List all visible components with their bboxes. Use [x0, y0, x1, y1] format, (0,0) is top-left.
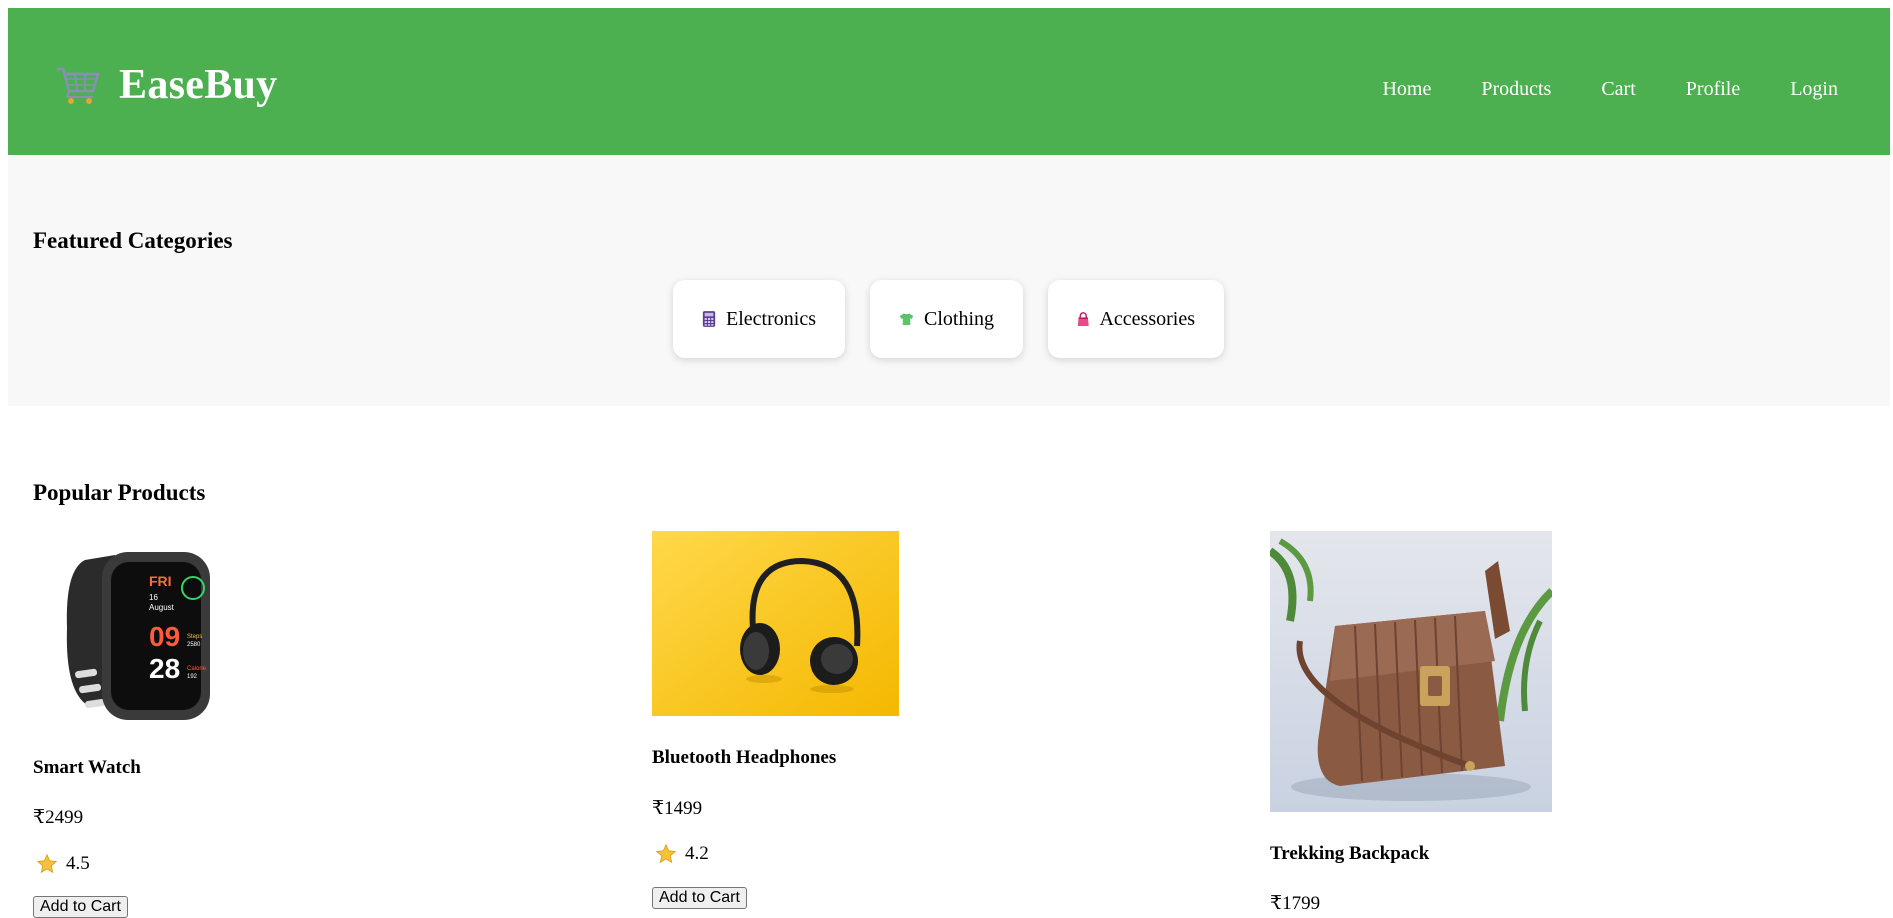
- svg-text:FRI: FRI: [149, 573, 172, 589]
- svg-text:192: 192: [187, 674, 198, 680]
- rating-value: 4.2: [685, 843, 709, 864]
- smart-watch-image[interactable]: FRI 16 August 09 28 Steps 2580 Calorie 1…: [45, 530, 215, 726]
- brand-name: EaseBuy: [119, 62, 278, 108]
- nav-products[interactable]: Products: [1481, 78, 1551, 101]
- svg-text:August: August: [149, 603, 175, 612]
- category-list: Electronics Clothing Accessories: [673, 280, 1224, 358]
- product-name: Smart Watch: [33, 757, 141, 778]
- site-header: EaseBuy Home Products Cart Profile Login: [8, 8, 1890, 155]
- category-label: Clothing: [923, 307, 994, 330]
- category-label: Electronics: [726, 307, 816, 330]
- add-to-cart-button[interactable]: Add to Cart: [33, 896, 128, 918]
- product-price: ₹1499: [652, 798, 703, 819]
- popular-title: Popular Products: [33, 480, 206, 505]
- nav-cart[interactable]: Cart: [1601, 78, 1635, 101]
- product-name: Trekking Backpack: [1270, 843, 1430, 864]
- svg-text:28: 28: [149, 653, 180, 684]
- featured-categories-section: Featured Categories Electronics Clothing: [8, 155, 1890, 406]
- category-accessories[interactable]: Accessories: [1048, 280, 1224, 358]
- category-label: Accessories: [1099, 307, 1195, 330]
- product-rating: 4.2: [652, 843, 709, 865]
- svg-text:Calorie: Calorie: [187, 666, 207, 672]
- star-icon: [655, 843, 677, 864]
- handbag-icon: [1077, 312, 1089, 327]
- backpack-image[interactable]: [1270, 531, 1552, 812]
- nav-home[interactable]: Home: [1382, 78, 1431, 101]
- headphones-image[interactable]: [652, 531, 899, 716]
- rating-value: 4.5: [66, 853, 90, 874]
- product-price: ₹2499: [33, 807, 84, 828]
- product-name: Bluetooth Headphones: [652, 747, 837, 768]
- tshirt-icon: [899, 313, 914, 325]
- category-electronics[interactable]: Electronics: [673, 280, 845, 358]
- svg-text:16: 16: [149, 593, 158, 602]
- category-clothing[interactable]: Clothing: [870, 280, 1023, 358]
- main-nav: Home Products Cart Profile Login: [1332, 78, 1838, 101]
- nav-login[interactable]: Login: [1790, 78, 1838, 101]
- add-to-cart-button[interactable]: Add to Cart: [652, 887, 747, 909]
- nav-profile[interactable]: Profile: [1686, 78, 1740, 101]
- svg-text:2580: 2580: [187, 642, 201, 648]
- product-rating: 4.5: [33, 853, 90, 875]
- product-price: ₹1799: [1270, 893, 1321, 914]
- star-icon: [36, 853, 58, 874]
- calculator-icon: [702, 311, 716, 327]
- brand[interactable]: EaseBuy: [55, 64, 277, 106]
- shopping-cart-icon: [57, 67, 100, 104]
- svg-text:Steps: Steps: [187, 634, 202, 640]
- featured-title: Featured Categories: [33, 228, 233, 253]
- svg-text:09: 09: [149, 621, 180, 652]
